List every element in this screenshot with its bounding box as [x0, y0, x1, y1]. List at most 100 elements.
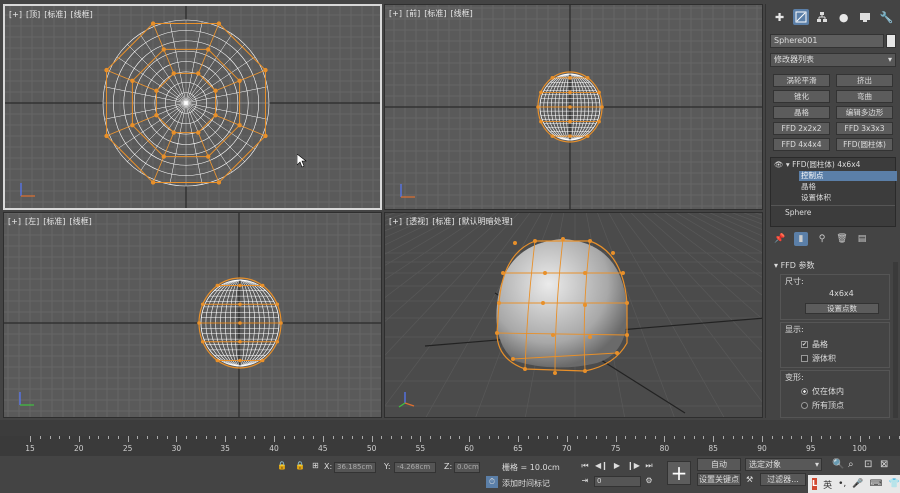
- viewport-left[interactable]: [+] [左] [标准] [线框]: [3, 212, 382, 418]
- key-filters-button[interactable]: 过滤器...: [760, 473, 806, 486]
- modifier-button[interactable]: 编辑多边形: [836, 106, 893, 119]
- prev-frame-icon[interactable]: ◀❙: [595, 460, 608, 472]
- ffd-params-rollout-header[interactable]: ▾ FFD 参数: [770, 260, 896, 272]
- panel-scrollbar[interactable]: [893, 262, 898, 418]
- modifier-button[interactable]: FFD 3x3x3: [836, 122, 893, 135]
- configure-modifier-sets-icon[interactable]: ▤: [856, 233, 868, 245]
- create-icon[interactable]: ✚: [772, 9, 788, 25]
- current-frame-field[interactable]: 0: [594, 476, 641, 487]
- modifier-button[interactable]: FFD 2x2x2: [773, 122, 830, 135]
- viewport-front-label[interactable]: [+] [前] [标准] [线框]: [389, 8, 477, 19]
- stack-ffd-item[interactable]: 👁 ▾ FFD(圆柱体) 4x6x4: [774, 160, 860, 170]
- viewport-pov-menu[interactable]: [左]: [25, 217, 39, 226]
- lock-icon[interactable]: 🔒: [295, 461, 305, 470]
- viewport-menu-plus[interactable]: [+]: [389, 217, 402, 226]
- show-end-result-icon[interactable]: ▮: [794, 232, 808, 246]
- lattice-checkbox[interactable]: ✔ 晶格: [801, 339, 828, 350]
- modifier-button[interactable]: 晶格: [773, 106, 830, 119]
- viewport-top-label[interactable]: [+] [顶] [标准] [线框]: [9, 9, 97, 20]
- timeline-frame-label: 85: [708, 444, 718, 453]
- viewport-menu-plus[interactable]: [+]: [389, 9, 402, 18]
- stack-control-points[interactable]: 控制点: [799, 171, 897, 181]
- viewport-shading-menu[interactable]: [线框]: [69, 217, 91, 226]
- zoom-extents-all-icon[interactable]: ⊠: [880, 459, 888, 470]
- all-vertices-radio[interactable]: 所有顶点: [801, 400, 844, 411]
- display-icon[interactable]: [857, 9, 873, 25]
- modifier-list-dropdown[interactable]: 修改器列表 ▾: [770, 53, 896, 67]
- z-coord-field[interactable]: 0.0cm: [454, 462, 480, 473]
- eye-icon[interactable]: 👁: [774, 160, 784, 169]
- modifier-stack[interactable]: 👁 ▾ FFD(圆柱体) 4x6x4 控制点 晶格 设置体积 Sphere: [770, 157, 897, 227]
- expand-icon[interactable]: ▾: [786, 160, 790, 169]
- viewport-front[interactable]: [+] [前] [标准] [线框]: [384, 4, 763, 210]
- viewport-menu-plus[interactable]: [+]: [8, 217, 21, 226]
- viewport-shading-menu[interactable]: [线框]: [70, 10, 92, 19]
- punctuation-icon[interactable]: •,: [838, 479, 846, 489]
- y-coord-field[interactable]: -4.268cm: [394, 462, 436, 473]
- next-frame-icon[interactable]: ❙▶: [627, 460, 640, 472]
- modifier-button[interactable]: 弯曲: [836, 90, 893, 103]
- keyboard-icon[interactable]: ⌨: [870, 479, 883, 489]
- object-name-field[interactable]: Sphere001: [770, 34, 884, 48]
- goto-start-icon[interactable]: ⏮: [579, 460, 591, 472]
- stack-set-volume[interactable]: 设置体积: [801, 193, 831, 203]
- stack-lattice[interactable]: 晶格: [801, 182, 816, 192]
- viewport-menu-plus[interactable]: [+]: [9, 10, 22, 19]
- x-coord-field[interactable]: 36.185cm: [334, 462, 376, 473]
- only-in-volume-radio[interactable]: 仅在体内: [801, 386, 844, 397]
- timeline-tick: [693, 436, 695, 439]
- set-key-button[interactable]: 设置关键点: [697, 473, 741, 486]
- new-scene-plus-icon[interactable]: +: [667, 461, 691, 485]
- source-volume-checkbox[interactable]: 源体积: [801, 353, 836, 364]
- motion-icon[interactable]: ●: [836, 9, 852, 25]
- viewport-top[interactable]: [+] [顶] [标准] [线框]: [3, 4, 382, 210]
- viewport-standard-menu[interactable]: [标准]: [44, 10, 66, 19]
- viewport-left-label[interactable]: [+] [左] [标准] [线框]: [8, 216, 96, 227]
- selection-lock-icon[interactable]: 🔒: [277, 461, 287, 470]
- timeline-tick: [859, 436, 861, 442]
- modifier-button[interactable]: 锥化: [773, 90, 830, 103]
- modifier-button[interactable]: 挤出: [836, 74, 893, 87]
- play-icon[interactable]: ▶: [611, 460, 623, 472]
- stack-sphere[interactable]: Sphere: [785, 208, 811, 218]
- pin-stack-icon[interactable]: 📌: [774, 233, 786, 245]
- key-filter-icon[interactable]: ⚒: [746, 475, 753, 484]
- goto-end-icon[interactable]: ⏭: [643, 460, 655, 472]
- viewport-perspective-label[interactable]: [+] [透视] [标准] [默认明暗处理]: [389, 216, 517, 227]
- viewport-standard-menu[interactable]: [标准]: [432, 217, 454, 226]
- viewport-standard-menu[interactable]: [标准]: [424, 9, 446, 18]
- add-time-tag[interactable]: 添加时间标记: [502, 478, 550, 489]
- time-slider[interactable]: [0, 420, 900, 436]
- utilities-icon[interactable]: 🔧: [878, 9, 894, 25]
- absolute-mode-icon[interactable]: ⊞: [312, 461, 319, 470]
- modify-icon[interactable]: [792, 9, 809, 25]
- viewport-pov-menu[interactable]: [顶]: [26, 10, 40, 19]
- set-points-button[interactable]: 设置点数: [805, 303, 879, 314]
- selected-object-dropdown[interactable]: 选定对象 ▾: [745, 458, 822, 471]
- time-tag-icon[interactable]: ⏱: [486, 476, 498, 488]
- modifier-button[interactable]: 涡轮平滑: [773, 74, 830, 87]
- viewport-standard-menu[interactable]: [标准]: [43, 217, 65, 226]
- microphone-icon[interactable]: 🎤: [852, 479, 863, 489]
- object-color-swatch[interactable]: [886, 34, 896, 48]
- input-method-logo-icon[interactable]: L: [812, 478, 818, 490]
- zoom-all-icon[interactable]: ⌕: [848, 459, 854, 470]
- make-unique-icon[interactable]: ⚲: [816, 233, 828, 245]
- shirt-icon[interactable]: 👕: [889, 479, 900, 489]
- viewport-shading-menu[interactable]: [默认明暗处理]: [458, 217, 512, 226]
- key-mode-icon[interactable]: ⇥: [579, 475, 591, 487]
- modifier-button[interactable]: FFD 4x4x4: [773, 138, 830, 151]
- viewport-pov-menu[interactable]: [前]: [406, 9, 420, 18]
- zoom-extents-icon[interactable]: ⊡: [864, 459, 872, 470]
- zoom-icon[interactable]: 🔍: [832, 459, 844, 470]
- auto-key-button[interactable]: 自动: [697, 458, 741, 471]
- viewport-pov-menu[interactable]: [透视]: [406, 217, 428, 226]
- timeline-track[interactable]: 15 20 25 30 35 40 45 50 55 60 65 70 75 80 85 90 95 100: [0, 436, 900, 456]
- modifier-button[interactable]: FFD(圆柱体): [836, 138, 893, 151]
- hierarchy-icon[interactable]: [814, 9, 830, 25]
- input-language-indicator[interactable]: 英: [823, 478, 832, 491]
- remove-modifier-icon[interactable]: 🗑: [836, 233, 848, 245]
- viewport-shading-menu[interactable]: [线框]: [450, 9, 472, 18]
- time-config-icon[interactable]: ⚙: [643, 475, 655, 487]
- viewport-perspective[interactable]: [+] [透视] [标准] [默认明暗处理]: [384, 212, 763, 418]
